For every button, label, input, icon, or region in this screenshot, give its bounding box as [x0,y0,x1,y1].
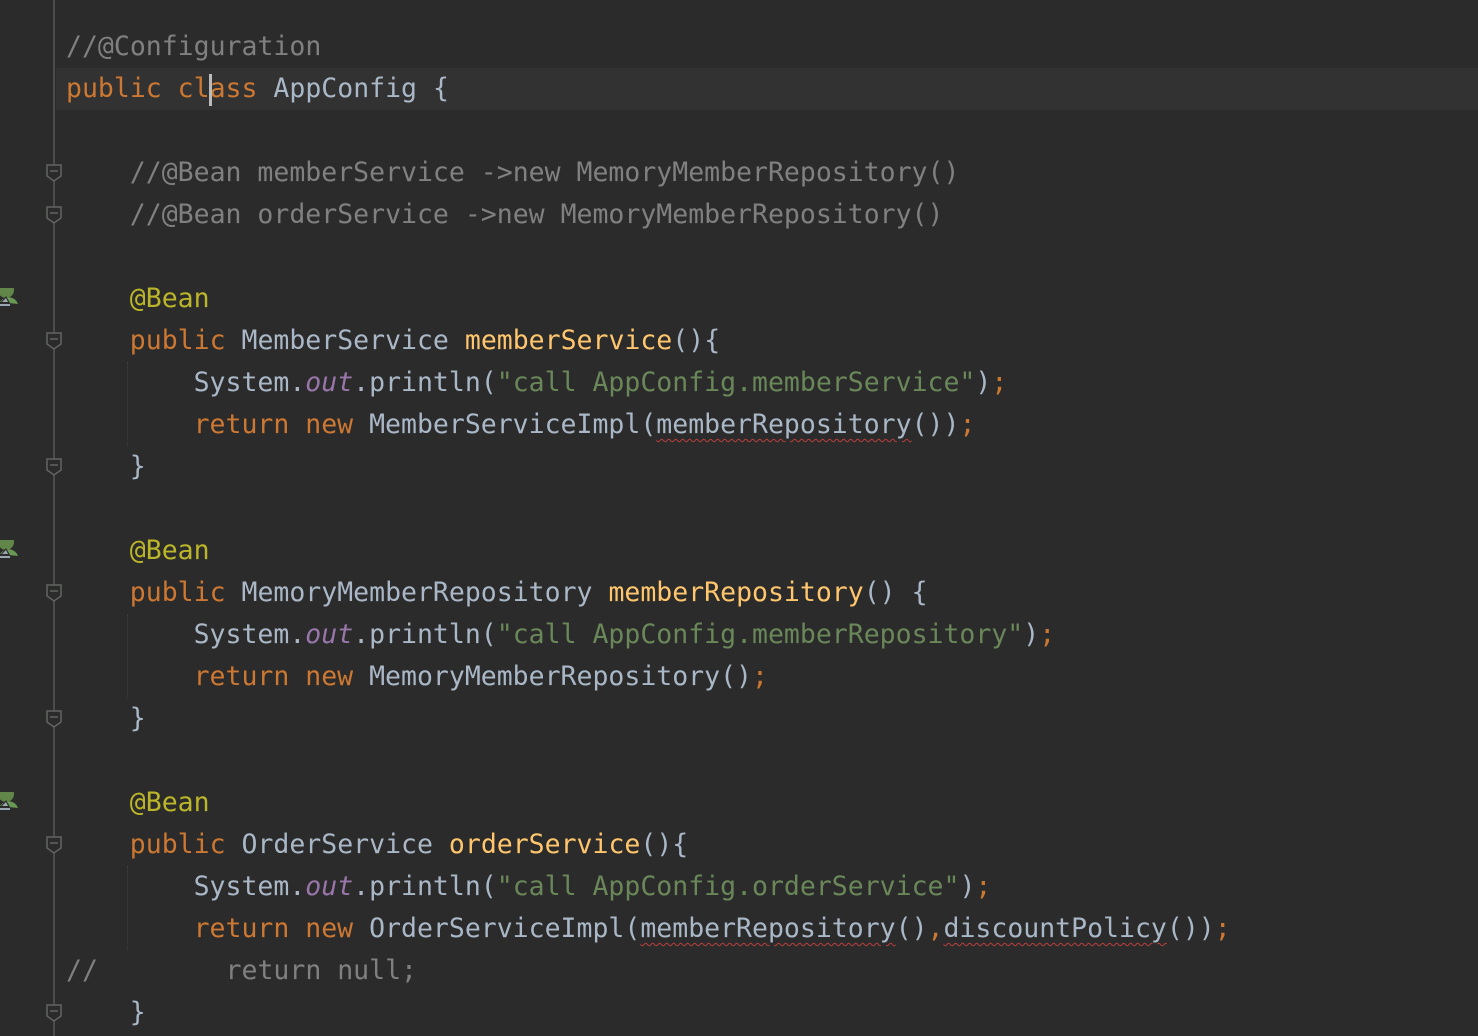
code-token: ()) [911,409,960,440]
code-token: memberRepository [608,577,864,608]
code-line[interactable]: System.out.println("call AppConfig.membe… [194,362,1008,404]
code-token: public [129,325,242,356]
code-line[interactable]: // return null; [66,950,417,992]
code-token: } [129,703,146,734]
code-token: out [305,871,354,902]
code-editor[interactable]: //@Configuration public class AppConfig {… [0,0,1478,1036]
code-token: public [129,577,242,608]
code-token: return new [193,913,370,944]
code-line[interactable]: @Bean [130,530,210,572]
unresolved-symbol: memberRepository [656,409,912,440]
code-token: "call AppConfig.orderService" [496,871,960,902]
code-token: ; [991,367,1008,398]
code-line[interactable]: System.out.println("call AppConfig.order… [194,866,992,908]
text-caret [209,74,212,106]
code-token: @Bean [129,283,210,314]
code-token: memberService [464,325,673,356]
indent-guide [127,362,129,446]
code-line[interactable]: //@Bean orderService ->new MemoryMemberR… [130,194,944,236]
code-line[interactable]: public MemberService memberService(){ [130,320,720,362]
spring-bean-icon[interactable] [0,792,20,812]
code-token: } [129,451,146,482]
code-token: .println( [353,367,497,398]
code-token: ; [959,409,976,440]
code-line[interactable]: return new MemoryMemberRepository(); [194,656,768,698]
code-line[interactable]: //@Configuration [66,26,321,68]
code-token: (){ [672,325,721,356]
code-token: //@Bean memberService ->new MemoryMember… [129,157,960,188]
code-token: "call AppConfig.memberRepository" [496,619,1024,650]
code-line[interactable]: public MemoryMemberRepository memberRepo… [130,572,928,614]
code-token: @Bean [129,535,210,566]
code-token: AppConfig { [273,73,449,104]
fold-marker-icon[interactable] [45,205,63,225]
code-token: , [927,913,944,944]
fold-marker-icon[interactable] [45,709,63,729]
code-token: () [895,913,928,944]
code-token: MemoryMemberRepository [241,577,609,608]
code-token: ; [752,661,768,692]
code-token: // return null; [66,955,417,986]
code-line[interactable]: } [130,698,146,740]
code-line[interactable]: public class AppConfig { [66,68,449,110]
fold-marker-icon[interactable] [45,457,63,477]
code-token: ; [1039,619,1056,650]
code-token: System. [193,871,306,902]
indent-guide [127,614,129,698]
indent-guide [127,866,129,950]
code-token: out [305,619,354,650]
code-token: (){ [640,829,689,860]
spring-bean-icon[interactable] [0,288,20,308]
code-line[interactable]: @Bean [130,278,210,320]
code-line[interactable]: return new MemberServiceImpl(memberRepos… [194,404,976,446]
code-line[interactable]: public OrderService orderService(){ [130,824,688,866]
code-token: "call AppConfig.memberService" [496,367,976,398]
code-token: //@Configuration [66,31,322,62]
code-token: MemberServiceImpl( [369,409,657,440]
code-token: ) [1023,619,1040,650]
gutter-divider [53,0,55,1036]
code-token: OrderService [241,829,449,860]
code-token: ) [959,871,976,902]
code-token: MemoryMemberRepository() [369,661,752,692]
code-token: ) [975,367,992,398]
code-token: orderService [448,829,641,860]
unresolved-symbol: discountPolicy [943,913,1167,944]
code-token: .println( [353,871,497,902]
code-line[interactable]: System.out.println("call AppConfig.membe… [194,614,1056,656]
fold-marker-icon[interactable] [45,835,63,855]
fold-marker-icon[interactable] [45,583,63,603]
code-token: public [129,829,242,860]
code-token: ()) [1166,913,1215,944]
code-token: System. [193,619,306,650]
fold-marker-icon[interactable] [45,163,63,183]
code-line[interactable]: @Bean [130,782,210,824]
code-line[interactable]: } [130,992,146,1034]
code-token: OrderServiceImpl( [369,913,641,944]
code-token: () { [863,577,928,608]
code-token: return new [193,409,370,440]
code-token: public class [66,73,274,104]
code-token: MemberService [241,325,465,356]
code-token: return new [193,661,370,692]
code-line[interactable]: //@Bean memberService ->new MemoryMember… [130,152,960,194]
code-token: out [305,367,354,398]
code-token: ; [975,871,992,902]
code-token: } [129,997,146,1028]
unresolved-symbol: memberRepository [640,913,896,944]
code-line[interactable]: } [130,446,146,488]
code-token: .println( [353,619,497,650]
fold-marker-icon[interactable] [45,1003,63,1023]
code-token: //@Bean orderService ->new MemoryMemberR… [129,199,944,230]
code-token: ; [1214,913,1231,944]
spring-bean-icon[interactable] [0,540,20,560]
code-token: @Bean [129,787,210,818]
code-token: System. [193,367,306,398]
code-line[interactable]: return new OrderServiceImpl(memberReposi… [194,908,1231,950]
fold-marker-icon[interactable] [45,331,63,351]
